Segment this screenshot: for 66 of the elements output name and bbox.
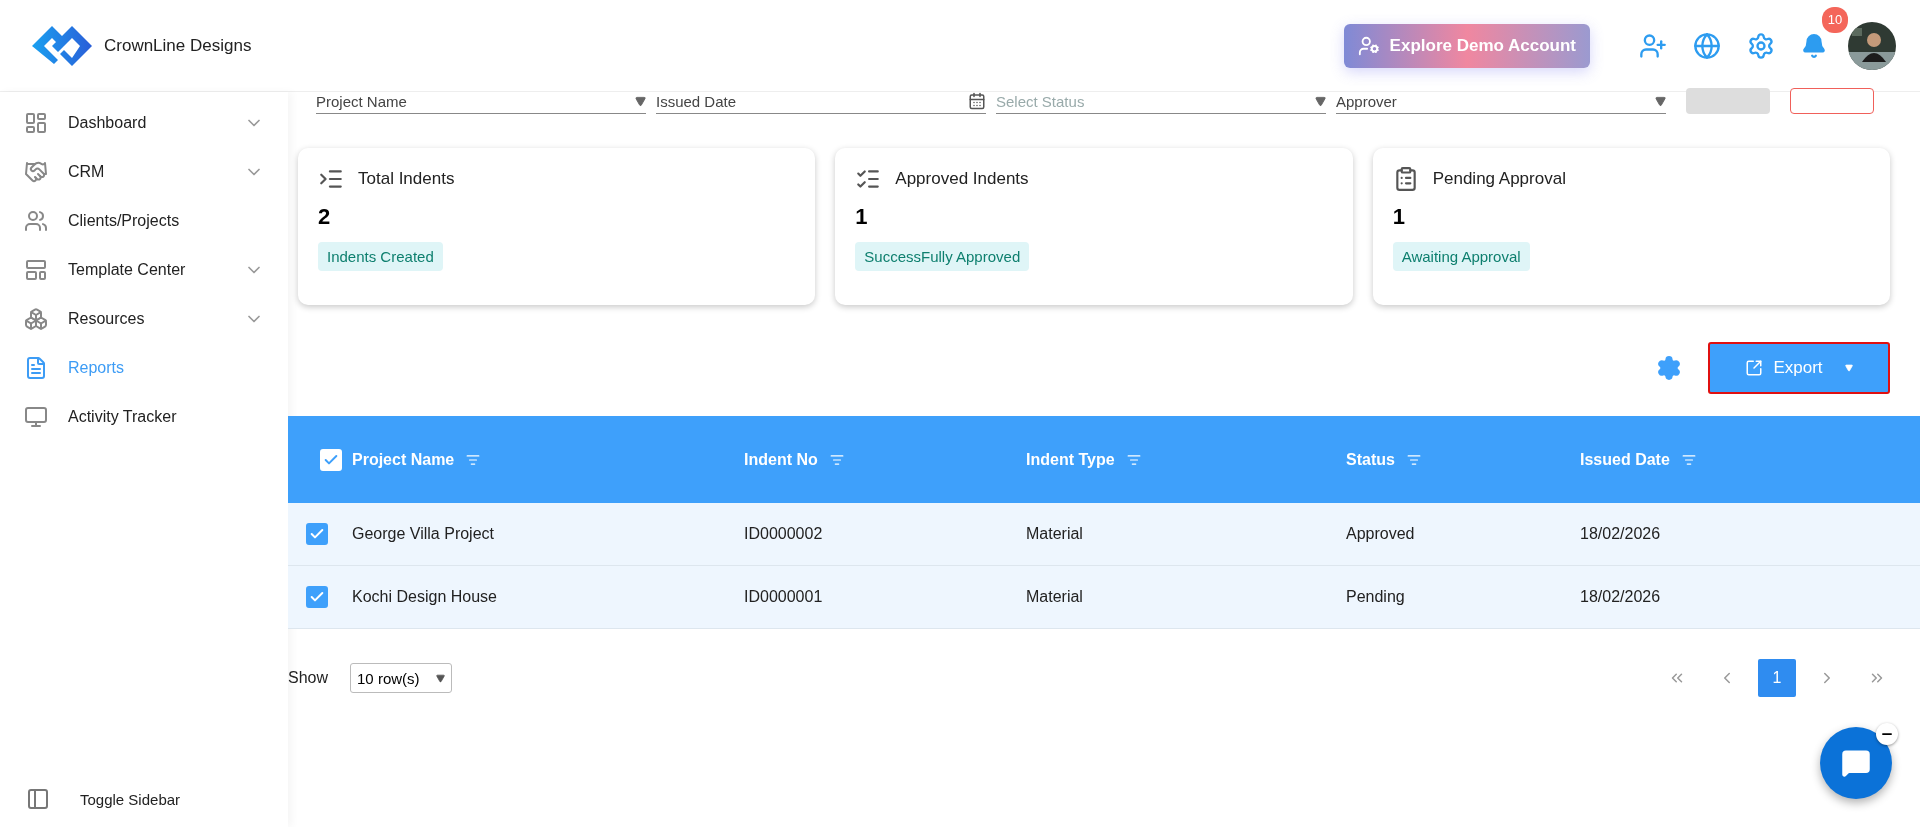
notification-count: 10 [1822,6,1848,33]
user-icon [1357,34,1380,57]
handshake-icon [24,159,48,184]
table-cell-text: Approved [1346,525,1416,543]
table-cell-text: Material [1026,588,1084,606]
people-icon [24,208,48,233]
stat-value: 1 [855,204,869,230]
table-row[interactable]: George Villa Project ID0000002 Material Approved 18/02/2026 [288,503,1920,566]
toggle-sidebar-label[interactable]: Toggle Sidebar [80,790,181,808]
sidebar-item[interactable]: Template Center [0,245,288,294]
sidebar-item[interactable]: Activity Tracker [0,392,288,441]
stat-badge: Awaiting Approval [1392,242,1530,271]
filter-field[interactable]: Approver [1336,93,1666,114]
row-checkbox[interactable] [306,586,328,608]
dashboard-icon [24,110,48,135]
caret-icon [1844,363,1853,372]
table-cell-text: 18/02/2026 [1580,525,1662,543]
table-cell-text: ID0000002 [744,525,824,543]
sort-icon[interactable] [466,452,481,467]
sidebar-item[interactable]: CRM [0,147,288,196]
chat-button[interactable] [1820,727,1892,799]
table-row[interactable]: Kochi Design House ID0000001 Material Pending 18/02/2026 [288,566,1920,629]
table-cell-text: Material [1026,525,1084,543]
globe-icon[interactable] [1693,31,1721,60]
stat-title: Approved Indents [895,169,1029,189]
table-cell-text: Pending [1346,588,1406,606]
sidebar-item[interactable]: Clients/Projects [0,196,288,245]
sort-icon[interactable] [1406,452,1421,467]
dropdown-icon [1655,96,1666,107]
filter-field[interactable]: Issued Date [656,92,986,114]
table-cell-text: George Villa Project [352,525,495,543]
grid-icon [24,306,48,331]
sidebar-item[interactable]: Dashboard [0,98,288,147]
stat-badge: SuccessFully Approved [855,242,1030,271]
caret-icon [435,673,445,683]
notification-icon[interactable] [1801,32,1827,59]
minimize-button[interactable] [1876,723,1898,745]
sort-icon[interactable] [829,452,844,467]
stat-value: 2 [318,204,332,230]
table-cell-text: Kochi Design House [352,588,498,606]
sort-icon[interactable] [1126,452,1141,467]
monitor-icon [24,404,48,429]
add-user-icon[interactable] [1639,31,1667,60]
table-cell-text: ID0000001 [744,588,824,606]
sort-icon[interactable] [1681,452,1696,467]
stat-title: Total Indents [358,169,455,189]
stat-value: 1 [1392,204,1406,230]
stat-badge: Indents Created [318,242,443,271]
dropdown-icon [1315,96,1326,107]
select-all-checkbox[interactable] [320,448,342,471]
row-checkbox[interactable] [306,523,328,545]
sidebar-item[interactable]: Resources [0,294,288,343]
action-button[interactable] [1790,88,1874,114]
filter-field[interactable]: Project Name [316,93,646,114]
rows-per-page-select[interactable]: 10 row(s) [350,663,452,693]
export-icon [1745,358,1764,377]
table-cell-text: 18/02/2026 [1580,588,1662,606]
dropdown-icon [635,96,646,107]
template-icon [24,257,48,282]
stat-title: Pending Approval [1432,169,1566,189]
report-icon [24,355,48,380]
calendar-icon [968,92,986,110]
sidebar-toggle-icon[interactable] [26,787,50,811]
logo-text: CrownLine Designs [104,35,252,56]
show-label: Show [288,669,329,687]
chat-icon [1841,748,1871,778]
